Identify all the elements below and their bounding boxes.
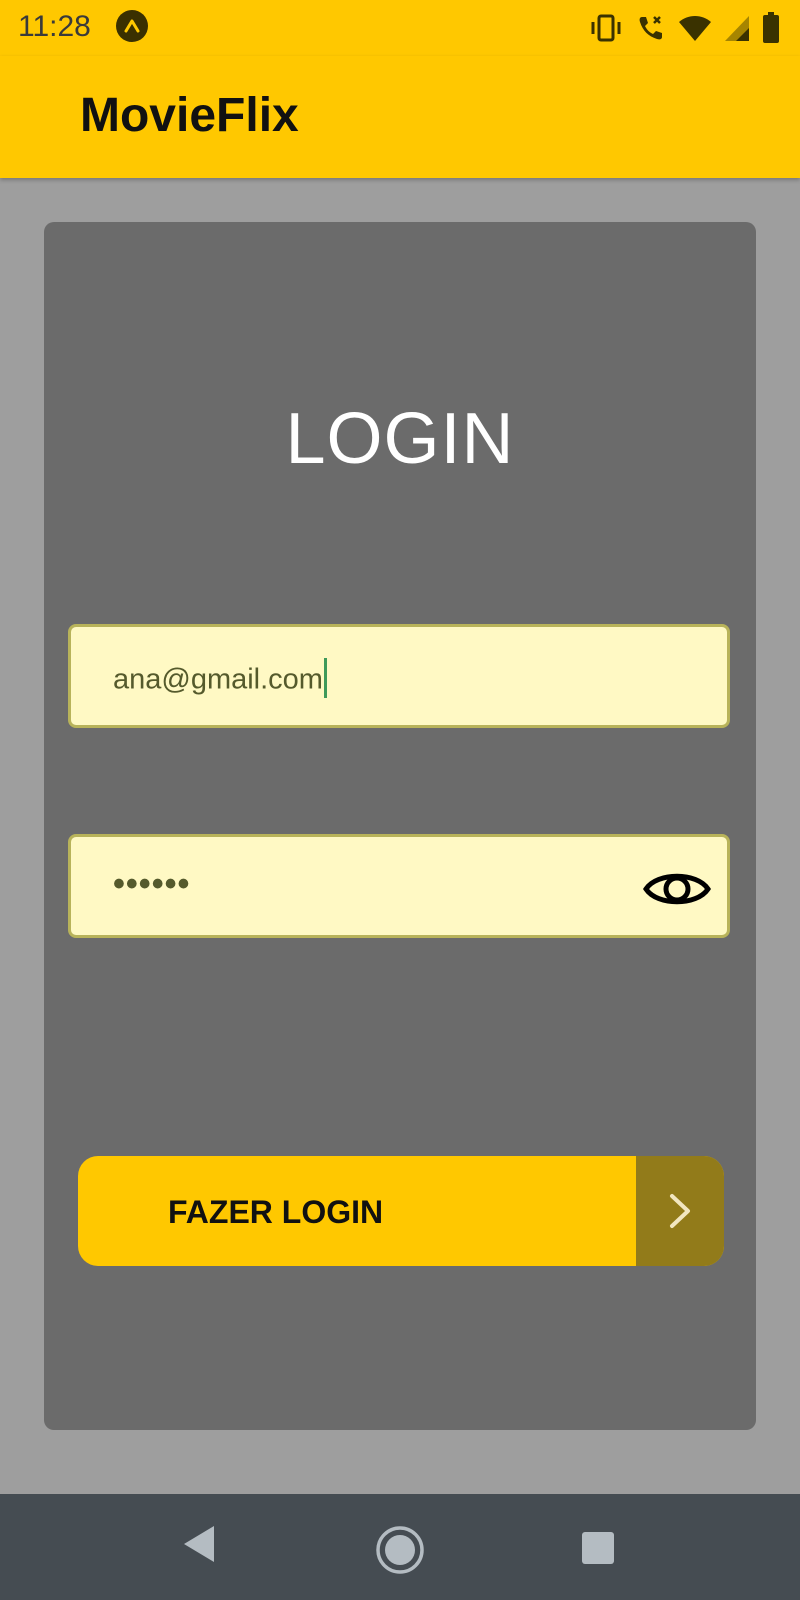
battery-icon [762,12,780,44]
password-field[interactable]: •••••• [68,834,730,938]
cellular-icon [724,14,750,42]
app-title: MovieFlix [80,89,299,142]
login-button[interactable]: FAZER LOGIN [78,1156,724,1266]
login-button-label: FAZER LOGIN [168,1194,384,1230]
status-time: 11:28 [18,10,91,43]
home-icon[interactable] [374,1524,426,1581]
app-bar: MovieFlix [0,56,800,178]
login-title: LOGIN [285,399,515,479]
wifi-icon [678,14,712,42]
back-icon[interactable] [182,1524,216,1569]
chevron-right-icon [636,1156,724,1266]
email-value: ana@gmail.com [113,663,323,696]
password-value: •••••• [113,865,191,903]
text-cursor [323,658,327,698]
nav-bar [0,1494,800,1600]
email-value-wrap: ana@gmail.com [113,658,327,701]
vibrate-icon [588,13,624,43]
recents-icon[interactable] [580,1530,616,1571]
wifi-calling-icon [636,13,666,43]
login-card: LOGIN ana@gmail.com •••••• FAZER LOGIN [44,222,756,1430]
eye-icon[interactable] [643,867,711,911]
email-field[interactable]: ana@gmail.com [68,624,730,728]
status-bar: 11:28 [0,0,800,56]
status-icons [588,10,780,46]
expo-icon [116,10,148,42]
